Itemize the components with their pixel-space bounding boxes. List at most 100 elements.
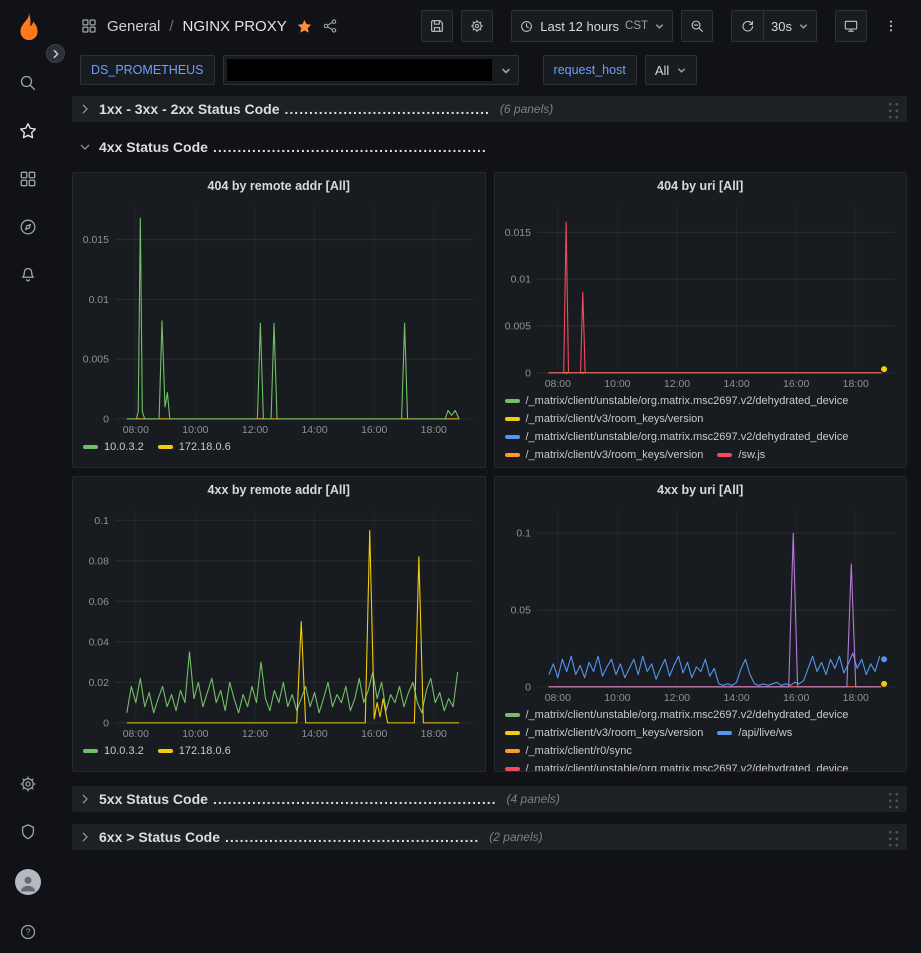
svg-text:16:00: 16:00 bbox=[361, 425, 387, 436]
svg-text:0.015: 0.015 bbox=[504, 228, 530, 239]
request-host-value: All bbox=[655, 63, 669, 78]
cycle-view-mode-button[interactable] bbox=[835, 10, 867, 42]
sidebar-expand-button[interactable] bbox=[46, 44, 65, 63]
legend-series-name: /_matrix/client/v3/room_keys/version bbox=[526, 413, 704, 425]
grafana-flame-icon bbox=[10, 10, 46, 46]
legend-item[interactable]: 172.18.0.6 bbox=[158, 439, 231, 455]
legend-item[interactable]: /_matrix/client/unstable/org.matrix.msc2… bbox=[505, 707, 849, 723]
help-icon[interactable]: ? bbox=[17, 921, 39, 943]
grafana-logo[interactable] bbox=[10, 10, 46, 46]
configuration-gear-icon[interactable] bbox=[17, 773, 39, 795]
legend-item[interactable]: 10.0.3.2 bbox=[83, 743, 144, 759]
legend-series-name: /sw.js bbox=[738, 449, 765, 461]
chart-legend: 10.0.3.2 172.18.0.6 bbox=[73, 741, 485, 771]
svg-text:14:00: 14:00 bbox=[723, 379, 749, 390]
legend-series-name: /api/live/ws bbox=[738, 727, 792, 739]
row-drag-handle[interactable] bbox=[886, 100, 899, 119]
svg-text:0: 0 bbox=[103, 718, 109, 729]
time-series-chart[interactable]: 08:0010:0012:0014:0016:0018:0000.020.040… bbox=[73, 503, 485, 741]
zoom-out-button[interactable] bbox=[681, 10, 713, 42]
panel-title[interactable]: 4xx by remote addr [All] bbox=[73, 477, 485, 503]
kebab-menu-icon bbox=[883, 18, 899, 34]
datasource-variable-label[interactable]: DS_PROMETHEUS bbox=[80, 55, 215, 85]
breadcrumb-section[interactable]: General bbox=[107, 18, 160, 35]
favorite-star-icon[interactable] bbox=[296, 18, 313, 35]
starred-dashboards-icon[interactable] bbox=[17, 120, 39, 142]
time-series-chart[interactable]: 08:0010:0012:0014:0016:0018:0000.050.1 bbox=[495, 503, 907, 705]
svg-text:0: 0 bbox=[103, 414, 109, 425]
dashboards-icon[interactable] bbox=[17, 168, 39, 190]
chevron-down-icon bbox=[798, 21, 809, 32]
request-host-variable-label[interactable]: request_host bbox=[543, 55, 637, 85]
legend-series-name: 172.18.0.6 bbox=[179, 441, 231, 453]
svg-text:16:00: 16:00 bbox=[361, 729, 387, 740]
user-avatar[interactable] bbox=[15, 869, 41, 895]
row-title-dots: ........................................… bbox=[213, 791, 497, 807]
request-host-variable-select[interactable]: All bbox=[645, 55, 697, 85]
row-drag-handle[interactable] bbox=[886, 790, 899, 809]
legend-item[interactable]: /api/live/ws bbox=[717, 725, 792, 741]
svg-text:0.015: 0.015 bbox=[83, 235, 109, 246]
row-drag-handle[interactable] bbox=[886, 828, 899, 847]
breadcrumb-divider: / bbox=[169, 18, 173, 35]
chevron-down-icon bbox=[78, 140, 92, 154]
legend-series-color bbox=[505, 453, 520, 457]
legend-series-color bbox=[505, 767, 520, 771]
refresh-interval-dropdown[interactable]: 30s bbox=[763, 10, 817, 42]
panel-grid: 404 by remote addr [All] 08:00 10:00 12:00… bbox=[72, 172, 907, 772]
legend-item[interactable]: 172.18.0.6 bbox=[158, 743, 231, 759]
row-title-dots: ........................................… bbox=[225, 829, 479, 845]
row-4xx[interactable]: 4xx Status Code ........................… bbox=[72, 134, 907, 160]
explore-compass-icon[interactable] bbox=[17, 216, 39, 238]
legend-series-color bbox=[505, 713, 520, 717]
svg-text:0: 0 bbox=[525, 368, 531, 379]
save-dashboard-button[interactable] bbox=[421, 10, 453, 42]
row-1xx-3xx-2xx[interactable]: 1xx - 3xx - 2xx Status Code ............… bbox=[72, 96, 907, 122]
legend-item[interactable]: /sw.js bbox=[717, 447, 765, 463]
chart-legend: /_matrix/client/unstable/org.matrix.msc2… bbox=[495, 705, 907, 771]
svg-text:?: ? bbox=[26, 927, 31, 937]
panel-title[interactable]: 4xx by uri [All] bbox=[495, 477, 907, 503]
server-admin-shield-icon[interactable] bbox=[17, 821, 39, 843]
legend-series-color bbox=[83, 445, 98, 449]
legend-item[interactable]: /_matrix/client/unstable/org.matrix.msc2… bbox=[505, 429, 849, 445]
legend-item[interactable]: /_matrix/client/unstable/org.matrix.msc2… bbox=[505, 393, 849, 409]
row-6xx[interactable]: 6xx > Status Code ......................… bbox=[72, 824, 907, 850]
refresh-picker: 30s bbox=[731, 10, 817, 42]
row-5xx[interactable]: 5xx Status Code ........................… bbox=[72, 786, 907, 812]
more-options-kebab-button[interactable] bbox=[875, 10, 907, 42]
chart-legend: /_matrix/client/unstable/org.matrix.msc2… bbox=[495, 391, 907, 467]
time-range-picker[interactable]: Last 12 hours CST bbox=[511, 10, 673, 42]
legend-item[interactable]: /_matrix/client/v3/room_keys/version bbox=[505, 725, 704, 741]
panel-title[interactable]: 404 by remote addr [All] bbox=[73, 173, 485, 199]
panel-404-by-uri: 404 by uri [All] 08:0010:0012:0014:0016:… bbox=[494, 172, 908, 468]
legend-series-color bbox=[505, 417, 520, 421]
zoom-out-icon bbox=[689, 18, 705, 34]
svg-text:16:00: 16:00 bbox=[783, 693, 809, 704]
panel-title[interactable]: 404 by uri [All] bbox=[495, 173, 907, 199]
legend-item[interactable]: /_matrix/client/r0/sync bbox=[505, 743, 632, 759]
svg-text:10:00: 10:00 bbox=[604, 693, 630, 704]
time-series-chart[interactable]: 08:0010:0012:0014:0016:0018:0000.0050.01… bbox=[495, 199, 907, 391]
row-title: 1xx - 3xx - 2xx Status Code bbox=[99, 101, 280, 117]
sidebar-bottom-nav: ? bbox=[15, 773, 41, 943]
legend-item[interactable]: /_matrix/client/unstable/org.matrix.msc2… bbox=[505, 761, 849, 771]
legend-series-name: /_matrix/client/r0/sync bbox=[526, 745, 632, 757]
share-icon[interactable] bbox=[322, 18, 338, 34]
search-icon[interactable] bbox=[17, 72, 39, 94]
legend-item[interactable]: 10.0.3.2 bbox=[83, 439, 144, 455]
legend-series-color bbox=[505, 731, 520, 735]
svg-text:08:00: 08:00 bbox=[544, 693, 570, 704]
dashboard-settings-button[interactable] bbox=[461, 10, 493, 42]
legend-item[interactable]: /_matrix/client/v3/room_keys/version bbox=[505, 411, 704, 427]
panel-4xx-by-uri: 4xx by uri [All] 08:0010:0012:0014:0016:… bbox=[494, 476, 908, 772]
time-series-chart[interactable]: 08:0010:0012:0014:0016:0018:0000.0050.01… bbox=[73, 199, 485, 437]
legend-series-name: 172.18.0.6 bbox=[179, 745, 231, 757]
legend-item[interactable]: /_matrix/client/v3/room_keys/version bbox=[505, 447, 704, 463]
row-panel-count: (2 panels) bbox=[489, 830, 542, 844]
datasource-variable-select[interactable] bbox=[223, 55, 519, 85]
alerting-bell-icon[interactable] bbox=[17, 264, 39, 286]
row-title: 6xx > Status Code bbox=[99, 829, 220, 845]
svg-text:12:00: 12:00 bbox=[242, 425, 268, 436]
refresh-button[interactable] bbox=[731, 10, 763, 42]
